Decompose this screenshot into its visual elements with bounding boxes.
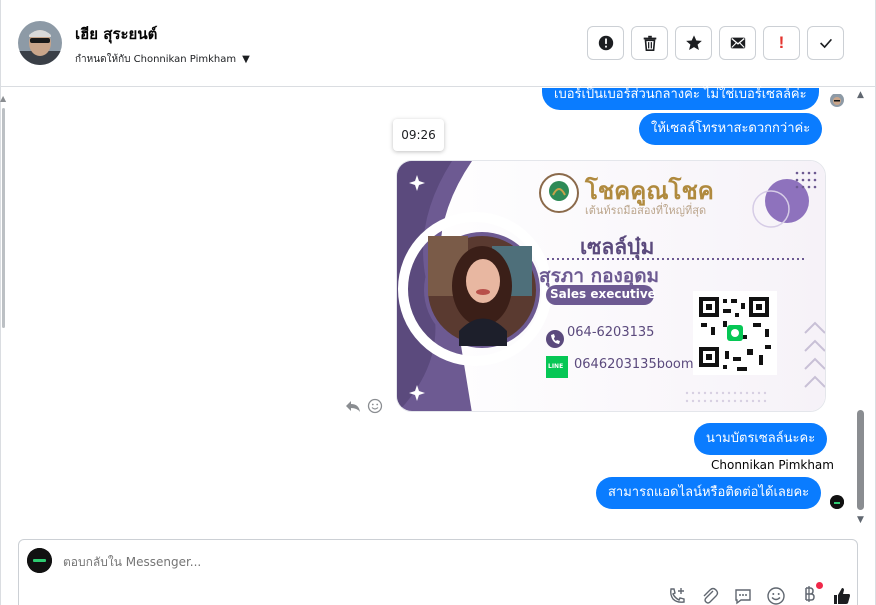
follow-up-button[interactable]: ! bbox=[763, 26, 800, 60]
message-timestamp-tooltip: 09:26 bbox=[393, 119, 444, 151]
inbox-conversation-panel: เฮีย สุระยนต์ กำหนดให้กับ Chonnikan Pimk… bbox=[0, 0, 876, 605]
emoji-icon[interactable] bbox=[766, 586, 786, 605]
page-avatar bbox=[27, 548, 52, 573]
seen-avatar bbox=[830, 93, 844, 107]
contact-name: เฮีย สุระยนต์ bbox=[75, 25, 158, 43]
sender-name: Chonnikan Pimkham bbox=[711, 458, 834, 472]
left-panel-scrollbar[interactable]: ▲ bbox=[0, 88, 7, 538]
page-avatar bbox=[830, 495, 844, 509]
scroll-up-arrow-icon[interactable]: ▲ bbox=[857, 90, 864, 100]
reply-composer bbox=[18, 539, 858, 605]
checkmark-icon bbox=[819, 38, 832, 49]
react-emoji-icon[interactable] bbox=[367, 398, 383, 414]
notification-dot bbox=[816, 582, 823, 589]
mark-unread-button[interactable] bbox=[719, 26, 756, 60]
thread-scrollbar[interactable]: ▲ ▼ bbox=[854, 88, 870, 528]
thread-scrollbar-thumb[interactable] bbox=[857, 410, 864, 510]
payment-baht-icon[interactable] bbox=[799, 582, 823, 605]
scroll-down-arrow-icon[interactable]: ▼ bbox=[857, 515, 864, 525]
business-card-image[interactable]: โชคคูณโชค เต้นท์รถมือสองที่ใหญ่ที่สุด เซ… bbox=[396, 160, 826, 412]
message-bubble[interactable]: เบอร์เป็นเบอร์ส่วนกลางค่ะ ไม่ใช่เบอร์เซล… bbox=[542, 88, 819, 110]
card-line-id: 0646203135boom bbox=[574, 357, 694, 372]
message-bubble[interactable]: ให้เซลล์โทรหาสะดวกกว่าค่ะ bbox=[639, 113, 823, 145]
conversation-toolbar: ! bbox=[587, 26, 844, 60]
assignee-dropdown[interactable]: กำหนดให้กับ Chonnikan Pimkham ▼ bbox=[75, 52, 250, 67]
alert-circle-icon bbox=[598, 35, 613, 51]
paperclip-icon[interactable] bbox=[700, 586, 720, 605]
message-bubble[interactable]: นามบัตรเซลล์นะคะ bbox=[694, 423, 828, 455]
spam-button[interactable] bbox=[587, 26, 624, 60]
conversation-header: เฮีย สุระยนต์ กำหนดให้กับ Chonnikan Pimk… bbox=[1, 0, 875, 87]
left-scrollbar-thumb[interactable] bbox=[2, 108, 5, 328]
caret-down-icon: ▼ bbox=[242, 54, 250, 65]
reply-input[interactable] bbox=[63, 555, 563, 569]
saved-replies-icon[interactable] bbox=[733, 586, 753, 605]
star-icon bbox=[685, 35, 702, 51]
delete-button[interactable] bbox=[631, 26, 668, 60]
trash-icon bbox=[643, 35, 656, 52]
composer-tools bbox=[667, 582, 852, 605]
reply-icon[interactable] bbox=[345, 398, 361, 414]
call-add-icon[interactable] bbox=[667, 586, 687, 605]
scroll-up-arrow-icon: ▲ bbox=[0, 94, 7, 103]
message-actions bbox=[345, 398, 383, 414]
envelope-icon bbox=[730, 37, 745, 49]
assignee-label: กำหนดให้กับ Chonnikan Pimkham bbox=[75, 54, 237, 65]
thumbs-up-icon[interactable] bbox=[832, 586, 852, 605]
contact-avatar[interactable] bbox=[18, 21, 62, 65]
message-bubble[interactable]: สามารถแอดไลน์หรือติดต่อได้เลยคะ bbox=[596, 477, 822, 509]
card-phone: 064-6203135 bbox=[567, 325, 655, 340]
card-nickname: เซลล์บุ๋ม bbox=[580, 235, 655, 259]
card-role: Sales executive bbox=[550, 287, 656, 301]
done-button[interactable] bbox=[807, 26, 844, 60]
star-button[interactable] bbox=[675, 26, 712, 60]
exclamation-icon: ! bbox=[778, 33, 785, 52]
line-logo-icon: LINE bbox=[548, 363, 564, 370]
card-tagline: เต้นท์รถมือสองที่ใหญ่ที่สุด bbox=[585, 204, 707, 217]
